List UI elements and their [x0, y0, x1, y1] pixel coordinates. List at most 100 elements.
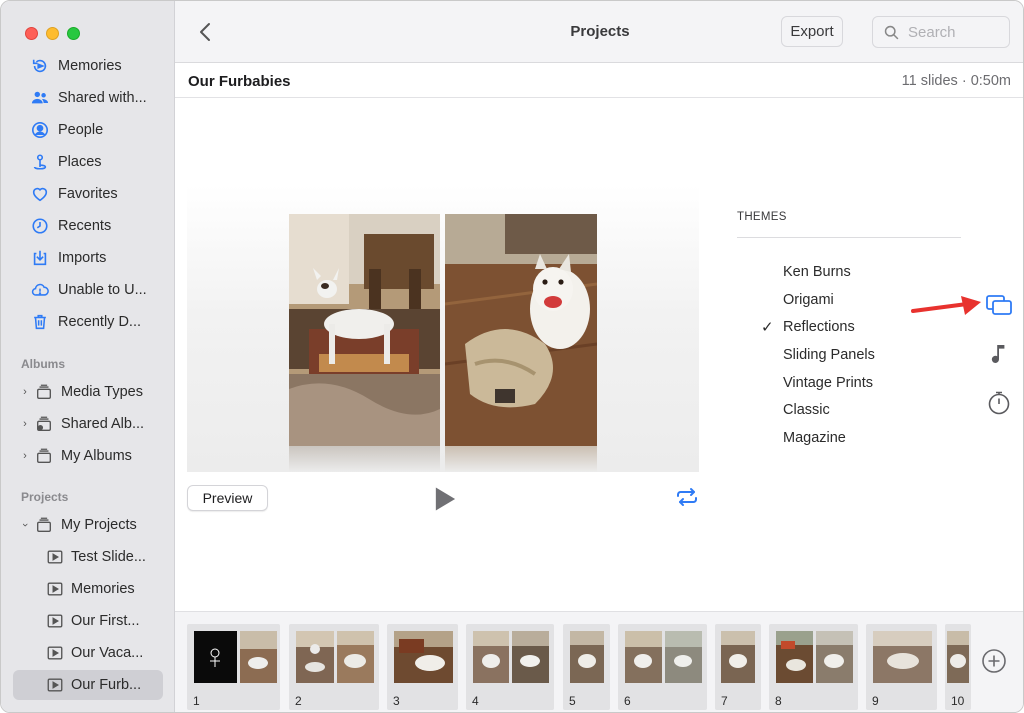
sidebar-item-recently-deleted[interactable]: Recently D...: [13, 307, 163, 337]
sidebar-item-people[interactable]: People: [13, 115, 163, 145]
slideshow-icon: [46, 548, 64, 566]
theme-ken-burns[interactable]: Ken Burns: [761, 261, 911, 283]
shared-album-icon: [35, 415, 53, 433]
theme-vintage-prints[interactable]: Vintage Prints: [761, 372, 911, 394]
sidebar-project-memories[interactable]: Memories: [13, 574, 163, 604]
slideshow-preview[interactable]: [187, 185, 699, 472]
theme-reflections[interactable]: ✓ Reflections: [761, 316, 911, 338]
sidebar-item-shared-albums[interactable]: › Shared Alb...: [13, 409, 163, 439]
sidebar-item-favorites[interactable]: Favorites: [13, 179, 163, 209]
sidebar-item-shared-with-you[interactable]: Shared with...: [13, 83, 163, 113]
photo-reflection: [289, 446, 440, 472]
play-icon: [435, 487, 456, 511]
annotation-arrow: [911, 296, 981, 315]
sidebar-item-label: Recently D...: [58, 314, 141, 330]
theme-label: Classic: [783, 402, 830, 418]
memories-icon: [31, 57, 49, 75]
slide-number: 9: [872, 694, 879, 708]
album-stack-icon: [35, 516, 53, 534]
checkmark-icon: ✓: [761, 319, 774, 336]
albums-section-header: Albums: [21, 357, 66, 371]
sidebar-item-label: Test Slide...: [71, 549, 146, 565]
repeat-icon: [677, 488, 697, 506]
search-icon: [884, 25, 899, 39]
sidebar-project-test-slideshow[interactable]: Test Slide...: [13, 542, 163, 572]
slide-number: 8: [775, 694, 782, 708]
themes-icon: [986, 295, 1012, 315]
sidebar-item-media-types[interactable]: › Media Types: [13, 377, 163, 407]
slide-filmstrip: 1 2 3 4 5 6 7 8 9 10: [175, 611, 1023, 712]
filmstrip-slide[interactable]: 4: [466, 624, 554, 710]
slide-thumbnail: [473, 631, 509, 683]
shared-with-you-icon: [31, 89, 49, 107]
sidebar-item-label: Our Furb...: [71, 677, 142, 693]
chevron-right-icon[interactable]: ›: [19, 386, 31, 398]
filmstrip-slide[interactable]: 9: [866, 624, 937, 710]
chevron-right-icon[interactable]: ›: [19, 418, 31, 430]
preview-button[interactable]: Preview: [187, 485, 268, 511]
theme-label: Reflections: [783, 319, 855, 335]
sidebar-item-memories[interactable]: Memories: [13, 51, 163, 81]
toolbar: Projects Export: [175, 1, 1023, 63]
sidebar-item-unable-to-upload[interactable]: Unable to U...: [13, 275, 163, 305]
export-button[interactable]: Export: [781, 16, 843, 47]
close-window-button[interactable]: [25, 27, 38, 40]
theme-label: Sliding Panels: [783, 347, 875, 363]
sidebar-project-our-first[interactable]: Our First...: [13, 606, 163, 636]
import-icon: [31, 249, 49, 267]
sidebar-item-my-projects[interactable]: › My Projects: [13, 510, 163, 540]
sidebar-project-our-furbabies[interactable]: Our Furb...: [13, 670, 163, 700]
search-input[interactable]: [908, 23, 1008, 41]
places-icon: [31, 153, 49, 171]
filmstrip-slide[interactable]: 6: [618, 624, 707, 710]
duration-timer-icon: [988, 391, 1010, 415]
theme-classic[interactable]: Classic: [761, 399, 911, 421]
theme-label: Magazine: [783, 430, 846, 446]
music-button[interactable]: [985, 340, 1013, 368]
filmstrip-slide[interactable]: 1: [187, 624, 280, 710]
slide-number: 3: [393, 694, 400, 708]
slideshow-icon: [46, 580, 64, 598]
add-slide-button[interactable]: [981, 648, 1007, 674]
slide-thumbnail: [240, 631, 277, 683]
zoom-window-button[interactable]: [67, 27, 80, 40]
sidebar-item-imports[interactable]: Imports: [13, 243, 163, 273]
play-button[interactable]: [431, 485, 459, 513]
chevron-down-icon[interactable]: ›: [19, 519, 31, 531]
filmstrip-slide[interactable]: 8: [769, 624, 858, 710]
theme-magazine[interactable]: Magazine: [761, 427, 911, 449]
themes-button[interactable]: [985, 291, 1013, 319]
slide-thumbnail: [947, 631, 969, 683]
sidebar-item-my-albums[interactable]: › My Albums: [13, 441, 163, 471]
theme-label: Vintage Prints: [783, 375, 874, 391]
sidebar-item-recents[interactable]: Recents: [13, 211, 163, 241]
duration-button[interactable]: [985, 389, 1013, 417]
slide-thumbnail: [776, 631, 813, 683]
slide-number: 7: [721, 694, 728, 708]
chevron-right-icon[interactable]: ›: [19, 450, 31, 462]
slide-thumbnail: [721, 631, 755, 683]
slide-number: 10: [951, 694, 965, 708]
filmstrip-slide[interactable]: 7: [715, 624, 761, 710]
filmstrip-slide[interactable]: 3: [387, 624, 458, 710]
sidebar-item-label: People: [58, 122, 104, 138]
slide-thumbnail: [194, 631, 237, 683]
sidebar-item-label: Recents: [58, 218, 112, 234]
sidebar-project-our-vacation[interactable]: Our Vaca...: [13, 638, 163, 668]
theme-label: Origami: [783, 292, 834, 308]
album-stack-icon: [35, 383, 53, 401]
filmstrip-slide[interactable]: 2: [289, 624, 379, 710]
filmstrip-slide[interactable]: 10: [945, 624, 971, 710]
plus-circle-icon: [982, 649, 1006, 673]
slide-thumbnail: [512, 631, 549, 683]
slide-number: 4: [472, 694, 479, 708]
theme-origami[interactable]: Origami: [761, 289, 911, 311]
repeat-toggle[interactable]: [675, 487, 699, 507]
sidebar-item-places[interactable]: Places: [13, 147, 163, 177]
theme-sliding-panels[interactable]: Sliding Panels: [761, 344, 911, 366]
minimize-window-button[interactable]: [46, 27, 59, 40]
slide-thumbnail: [337, 631, 374, 683]
search-field[interactable]: [872, 16, 1010, 48]
slide-thumbnail: [816, 631, 853, 683]
filmstrip-slide[interactable]: 5: [563, 624, 610, 710]
